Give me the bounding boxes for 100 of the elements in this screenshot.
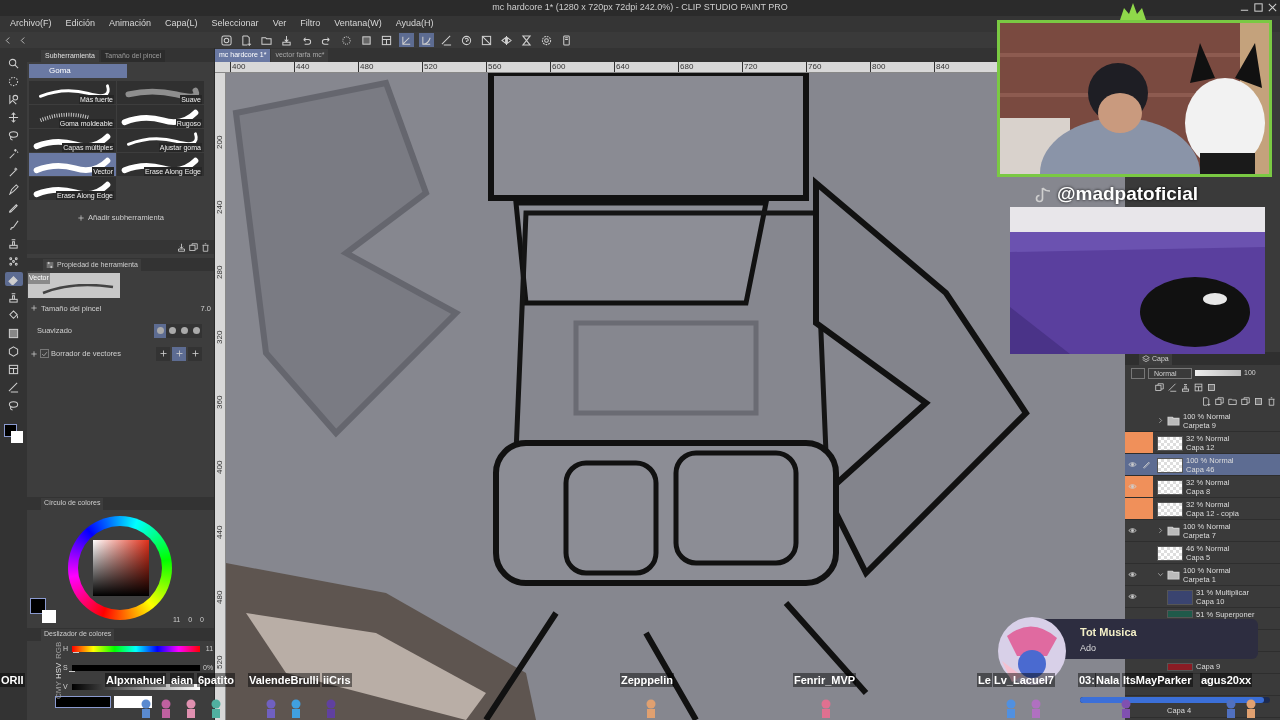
sprite-figure-icon xyxy=(1245,699,1257,719)
copy-icon[interactable] xyxy=(1155,382,1164,392)
eye-icon[interactable] xyxy=(1127,526,1137,535)
menu-item[interactable]: Archivo(F) xyxy=(10,17,52,31)
ruler-label: 480 xyxy=(215,589,225,604)
sprite-figure-icon xyxy=(210,699,222,719)
stamp-icon xyxy=(8,237,19,249)
layer-thumbnail xyxy=(1157,546,1183,561)
new-icon[interactable] xyxy=(1202,396,1211,406)
color-dropdown[interactable] xyxy=(1131,367,1145,379)
slider-thumb[interactable] xyxy=(69,671,75,675)
hourglass-icon xyxy=(521,34,532,46)
move-icon xyxy=(8,111,19,123)
snap-button[interactable] xyxy=(399,33,414,47)
ruler-label: 600 xyxy=(550,62,566,72)
expand-icon[interactable] xyxy=(30,304,38,313)
menu-item[interactable]: Filtro xyxy=(300,17,321,31)
ruler-label: 680 xyxy=(678,62,694,72)
copy-icon[interactable] xyxy=(189,242,198,252)
square-icon xyxy=(361,34,372,46)
sprite-figure-icon xyxy=(160,699,172,719)
crown-icon xyxy=(1118,2,1148,22)
sub-color-swatch[interactable] xyxy=(42,610,56,623)
close-icon[interactable] xyxy=(1267,2,1278,13)
eraser-mode-option[interactable] xyxy=(172,346,186,361)
curve-button[interactable] xyxy=(419,33,434,47)
eye-icon[interactable] xyxy=(1127,570,1137,579)
menu-item[interactable]: Ventana(W) xyxy=(334,17,382,31)
color-slider-track[interactable] xyxy=(72,646,200,652)
caret-icon[interactable] xyxy=(1157,417,1164,424)
main-color-swatch[interactable] xyxy=(30,598,46,614)
menu-item[interactable]: Edición xyxy=(65,17,96,31)
chat-name: Alpxnahuel xyxy=(105,673,167,687)
eye-icon[interactable] xyxy=(1127,592,1137,601)
transform-button[interactable] xyxy=(479,33,494,47)
stamp-icon[interactable] xyxy=(1181,382,1190,392)
snap-icon xyxy=(401,34,412,46)
frame-icon[interactable] xyxy=(1194,382,1203,392)
hourglass-button[interactable] xyxy=(519,33,534,47)
trash-icon[interactable] xyxy=(201,242,210,252)
new-button[interactable] xyxy=(239,33,254,47)
ruler-label: 280 xyxy=(215,264,225,279)
eraser-mode-option[interactable] xyxy=(188,346,202,361)
copy-icon[interactable] xyxy=(1241,396,1250,406)
window-title: mc hardcore 1* (1280 x 720px 72dpi 242.0%) - CLIP STUDIO PAINT PRO xyxy=(492,1,788,15)
flip-button[interactable] xyxy=(499,33,514,47)
square-icon[interactable] xyxy=(1254,396,1263,406)
stamp-icon xyxy=(8,291,19,303)
square-icon[interactable] xyxy=(1207,382,1216,392)
sliders-icon xyxy=(46,260,54,269)
flip-icon xyxy=(501,34,512,46)
ruler-icon[interactable] xyxy=(1168,382,1177,392)
frame-icon xyxy=(8,363,19,375)
spinner-button[interactable] xyxy=(339,33,354,47)
pencil-icon[interactable] xyxy=(1141,460,1151,469)
slider-thumb[interactable] xyxy=(72,652,79,656)
chat-name: 6patito xyxy=(197,673,236,687)
device-icon xyxy=(561,34,572,46)
menu-item[interactable]: Seleccionar xyxy=(211,17,259,31)
caret-icon[interactable] xyxy=(1157,571,1164,578)
ruler-button[interactable] xyxy=(439,33,454,47)
menu-item[interactable]: Ayuda(H) xyxy=(395,17,434,31)
frame-button[interactable] xyxy=(379,33,394,47)
color-mode-tab[interactable]: RGB xyxy=(53,643,63,659)
sub-color-swatch[interactable] xyxy=(10,431,23,443)
expand-icon[interactable] xyxy=(30,349,38,358)
eraser-icon xyxy=(8,273,19,285)
menu-item[interactable]: Capa(L) xyxy=(165,17,198,31)
open-icon[interactable] xyxy=(1228,396,1237,406)
ruler-label: 800 xyxy=(870,62,886,72)
color-mode-tab[interactable]: HSV xyxy=(53,663,63,679)
eraser-tool-button[interactable] xyxy=(4,272,23,286)
menu-item[interactable]: Ver xyxy=(272,17,287,31)
subtool-group-tab[interactable]: Goma xyxy=(29,64,127,78)
color-mode-tab[interactable]: CMY xyxy=(53,683,63,699)
folder-icon xyxy=(1167,414,1180,427)
checkbox[interactable] xyxy=(40,349,49,359)
smoothing-option[interactable] xyxy=(154,323,166,338)
save-icon[interactable] xyxy=(177,242,186,252)
copy-icon[interactable] xyxy=(1215,396,1224,406)
help-button[interactable] xyxy=(459,33,474,47)
lasso-icon xyxy=(8,129,19,141)
color-slider-track[interactable] xyxy=(72,665,200,671)
ruler-label: 440 xyxy=(294,62,310,72)
opacity-slider[interactable] xyxy=(1195,370,1241,376)
smoothing-option[interactable] xyxy=(190,323,202,338)
maximize-icon[interactable] xyxy=(1253,2,1264,13)
smoothing-option[interactable] xyxy=(166,323,178,338)
folder-icon xyxy=(1167,524,1180,537)
check-icon xyxy=(41,349,48,358)
eraser-mode-option[interactable] xyxy=(156,346,170,361)
eyedropper-icon xyxy=(8,165,19,177)
color-slider-track[interactable] xyxy=(72,684,200,690)
layers-icon xyxy=(1142,355,1150,363)
save-button[interactable] xyxy=(279,33,294,47)
eye-icon[interactable] xyxy=(1127,460,1137,469)
trash-icon[interactable] xyxy=(1267,396,1276,406)
caret-icon[interactable] xyxy=(1157,527,1164,534)
menu-item[interactable]: Animación xyxy=(109,17,152,31)
square-button[interactable] xyxy=(359,33,374,47)
